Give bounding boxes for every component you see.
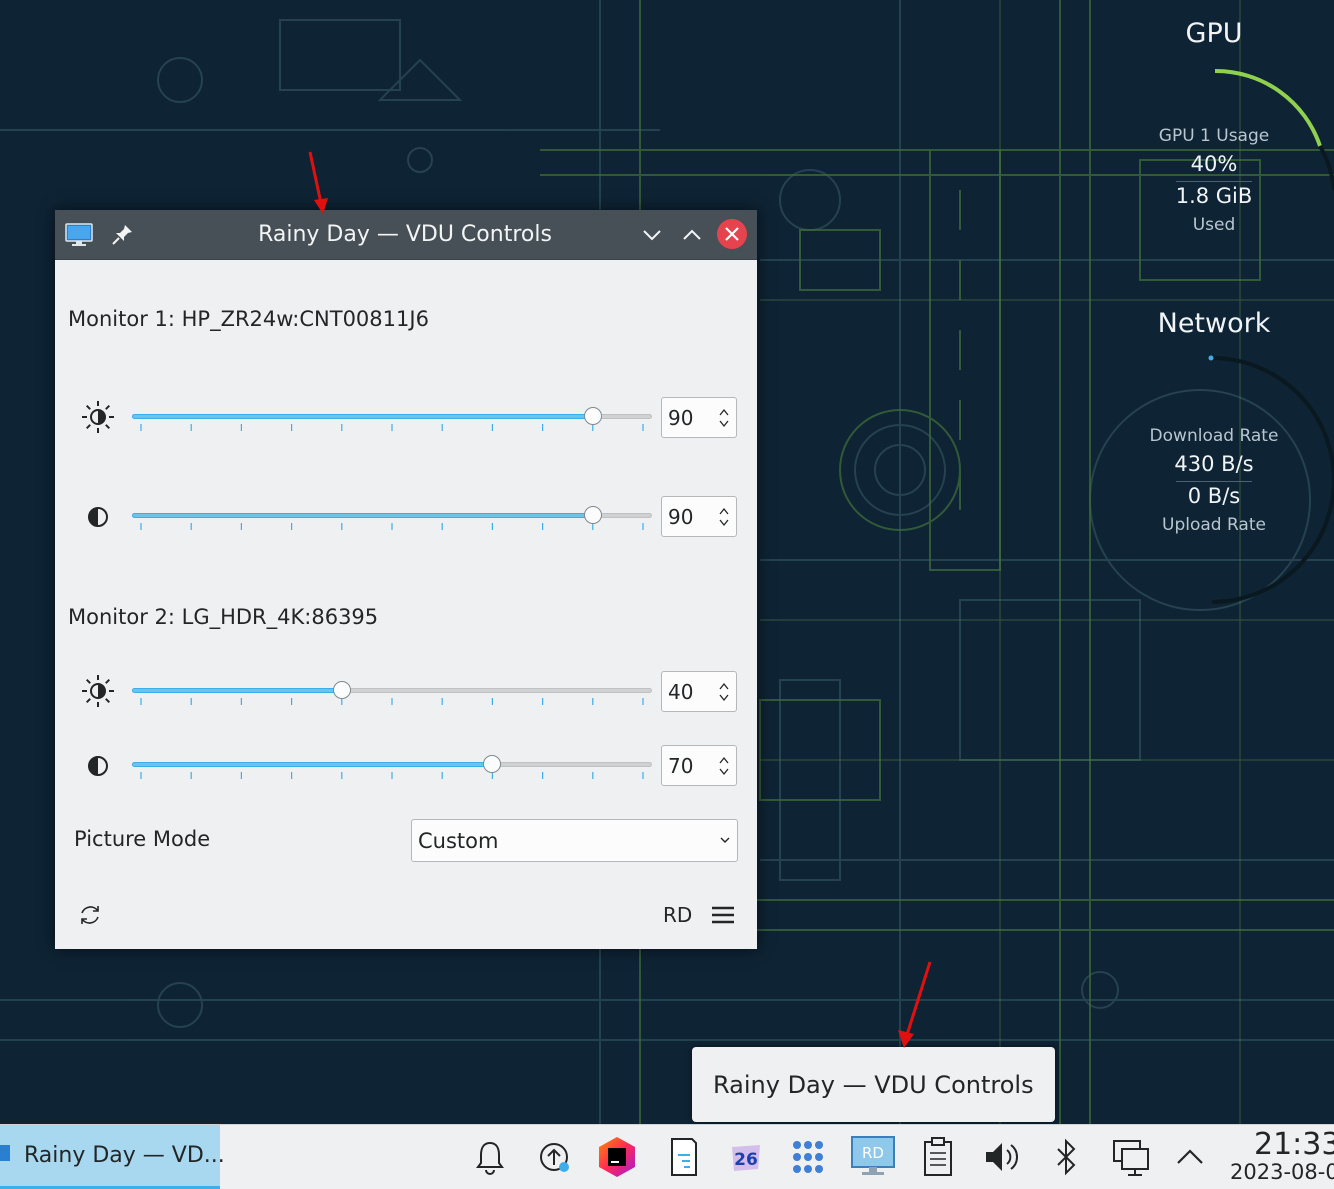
spinbox-value[interactable]: 40 — [668, 680, 693, 704]
brightness-icon — [82, 401, 114, 433]
bluetooth-icon[interactable] — [1046, 1135, 1086, 1179]
spinbox-value[interactable]: 90 — [668, 505, 693, 529]
vdu-controls-tray-icon[interactable]: RD — [850, 1135, 896, 1179]
gpu-widget-title: GPU — [1185, 18, 1243, 49]
maximize-icon[interactable] — [677, 220, 707, 250]
picture-mode-value[interactable]: Custom — [418, 829, 498, 853]
vdu-tray-label: RD — [862, 1144, 884, 1162]
picture-mode-label: Picture Mode — [74, 827, 211, 851]
monitor-2-label: Monitor 2: LG_HDR_4K:86395 — [68, 605, 379, 629]
app-grid-icon[interactable] — [788, 1135, 828, 1179]
window-title: Rainy Day — VDU Controls — [258, 222, 552, 247]
jetbrains-toolbox-icon[interactable] — [597, 1135, 637, 1179]
gpu-usage-value: 40% — [1190, 152, 1238, 176]
download-rate-value: 430 B/s — [1174, 452, 1254, 476]
slider-handle[interactable] — [583, 407, 602, 425]
monitor-icon[interactable] — [64, 220, 94, 250]
tray-tooltip: Rainy Day — VDU Controls — [692, 1047, 1055, 1122]
task-manager-item[interactable]: Rainy Day — VD... — [0, 1125, 225, 1189]
volume-icon[interactable] — [982, 1135, 1022, 1179]
picture-mode-dropdown[interactable]: Custom — [411, 819, 738, 862]
brightness-icon — [82, 675, 114, 707]
monitor-1-brightness-spinbox[interactable]: 90 — [661, 397, 737, 438]
annotation-arrow-icon — [308, 151, 328, 214]
spin-arrows-icon[interactable] — [718, 406, 730, 430]
download-rate-label: Download Rate — [1149, 426, 1279, 446]
network-widget-title: Network — [1157, 308, 1271, 339]
pin-icon[interactable] — [107, 220, 137, 250]
spin-arrows-icon[interactable] — [718, 754, 730, 778]
upload-rate-value: 0 B/s — [1187, 484, 1241, 508]
gpu-memory-label: Used — [1192, 215, 1236, 235]
window-titlebar[interactable]: Rainy Day — VDU Controls — [55, 210, 757, 260]
refresh-icon[interactable] — [77, 902, 103, 928]
monitor-2-brightness-slider[interactable] — [132, 679, 652, 709]
monitor-2-contrast-slider[interactable] — [132, 753, 652, 783]
monitor-1-contrast-slider[interactable] — [132, 504, 652, 534]
annotation-arrow-icon — [898, 961, 932, 1048]
minimize-icon[interactable] — [637, 220, 667, 250]
contrast-icon — [88, 756, 108, 776]
upload-rate-label: Upload Rate — [1162, 515, 1266, 535]
bell-icon[interactable] — [470, 1135, 510, 1179]
monitor-1-brightness-slider[interactable] — [132, 405, 652, 435]
gpu-separator — [1176, 181, 1252, 182]
monitor-2-contrast-spinbox[interactable]: 70 — [661, 745, 737, 786]
network-separator — [1176, 481, 1252, 482]
clipboard-note-icon[interactable] — [664, 1135, 704, 1179]
gpu-usage-label: GPU 1 Usage — [1158, 126, 1270, 146]
spinbox-value[interactable]: 90 — [668, 406, 693, 430]
calendar-day: 26 — [734, 1150, 758, 1170]
clipboard-icon[interactable] — [918, 1135, 958, 1179]
monitor-2-brightness-spinbox[interactable]: 40 — [661, 671, 737, 712]
clock-date[interactable]: 2023-08-0 — [1230, 1160, 1334, 1184]
spin-arrows-icon[interactable] — [718, 505, 730, 529]
monitor-1-contrast-spinbox[interactable]: 90 — [661, 496, 737, 537]
taskbar: Rainy Day — VD... 26 RD 21:33 2023-08-0 — [0, 1124, 1334, 1189]
close-icon[interactable] — [717, 219, 747, 249]
update-icon[interactable] — [534, 1135, 574, 1179]
slider-handle[interactable] — [583, 506, 602, 524]
spin-arrows-icon[interactable] — [718, 680, 730, 704]
tooltip-text: Rainy Day — VDU Controls — [713, 1071, 1034, 1099]
active-preset-label: RD — [663, 903, 693, 927]
contrast-icon — [88, 507, 108, 527]
hamburger-menu-icon[interactable] — [710, 904, 736, 926]
gpu-memory-value: 1.8 GiB — [1175, 184, 1253, 208]
vdu-controls-window: Rainy Day — VDU Controls Monitor 1: HP_Z… — [55, 210, 757, 949]
network-icon[interactable] — [1110, 1135, 1150, 1179]
chevron-down-icon[interactable] — [719, 834, 731, 846]
chevron-up-icon[interactable] — [1170, 1135, 1210, 1179]
monitor-1-label: Monitor 1: HP_ZR24w:CNT00811J6 — [68, 307, 429, 331]
monitor-icon — [0, 1145, 10, 1161]
task-item-label: Rainy Day — VD... — [24, 1143, 225, 1168]
spinbox-value[interactable]: 70 — [668, 754, 693, 778]
clock-time[interactable]: 21:33 — [1254, 1127, 1334, 1162]
slider-handle[interactable] — [332, 681, 351, 699]
calendar-26-icon[interactable]: 26 — [726, 1135, 766, 1179]
